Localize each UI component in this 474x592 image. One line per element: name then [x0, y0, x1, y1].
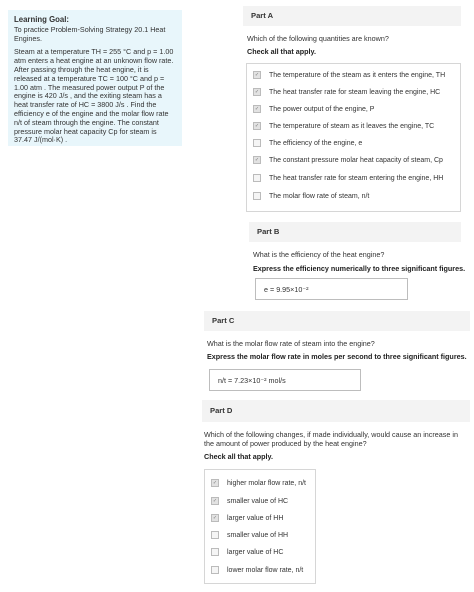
part-d-header[interactable]: Part D	[202, 400, 470, 422]
checkbox[interactable]: ✓	[253, 88, 261, 96]
option-e[interactable]: The efficiency of the engine, e	[253, 139, 362, 147]
option-label: The power output of the engine, P	[269, 105, 375, 113]
option-th[interactable]: ✓ The temperature of the steam as it ente…	[253, 71, 445, 79]
part-a-instruction: Check all that apply.	[247, 47, 316, 56]
option-label: The heat transfer rate for steam enterin…	[269, 174, 444, 182]
option-lower-flow[interactable]: lower molar flow rate, n/t	[211, 566, 303, 574]
learning-goal-title: Learning Goal:	[14, 15, 70, 24]
part-a-header[interactable]: Part A	[243, 6, 461, 26]
option-label: larger value of HC	[227, 548, 284, 556]
checkbox[interactable]: ✓	[211, 497, 219, 505]
option-p[interactable]: ✓ The power output of the engine, P	[253, 105, 374, 113]
part-b-answer: e = 9.95×10⁻²	[264, 284, 309, 294]
option-nt[interactable]: The molar flow rate of steam, n/t	[253, 192, 369, 200]
part-b-answer-field[interactable]: e = 9.95×10⁻²	[255, 278, 408, 300]
option-label: The temperature of the steam as it enter…	[269, 71, 446, 79]
option-label: The temperature of steam as it leaves th…	[269, 122, 435, 130]
checkbox[interactable]: ✓	[253, 71, 261, 79]
checkbox[interactable]	[253, 139, 261, 147]
part-c-title: Part C	[212, 316, 235, 325]
part-c-instruction: Express the molar flow rate in moles per…	[207, 352, 467, 361]
part-b-question: What is the efficiency of the heat engin…	[253, 250, 385, 259]
option-smaller-hc[interactable]: ✓ smaller value of HC	[211, 497, 288, 505]
checkbox[interactable]: ✓	[253, 156, 261, 164]
checkbox[interactable]	[211, 531, 219, 539]
learning-goal-panel: Learning Goal: To practice Problem-Solvi…	[8, 10, 182, 146]
option-tc[interactable]: ✓ The temperature of steam as it leaves t…	[253, 122, 434, 130]
learning-goal-subtitle: To practice Problem-Solving Strategy 20.…	[14, 24, 166, 43]
checkbox[interactable]	[253, 192, 261, 200]
learning-goal-body: Steam at a temperature TH = 255 °C and p…	[14, 47, 174, 145]
option-label: lower molar flow rate, n/t	[227, 566, 304, 574]
option-label: higher molar flow rate, n/t	[227, 479, 306, 487]
part-d-question: Which of the following changes, if made …	[204, 430, 458, 448]
part-b-title: Part B	[257, 227, 280, 236]
part-a-question: Which of the following quantities are kn…	[247, 34, 389, 43]
option-larger-hh[interactable]: ✓ larger value of HH	[211, 514, 283, 522]
part-a-options-box: ✓ The temperature of the steam as it ente…	[246, 63, 461, 212]
option-hh[interactable]: The heat transfer rate for steam enterin…	[253, 174, 443, 182]
option-cp[interactable]: ✓ The constant pressure molar heat capaci…	[253, 156, 443, 164]
option-label: smaller value of HC	[227, 497, 289, 505]
option-label: The efficiency of the engine, e	[269, 139, 363, 147]
checkbox[interactable]	[211, 548, 219, 556]
part-d-options-box: ✓ higher molar flow rate, n/t ✓ smaller va…	[204, 469, 316, 584]
option-label: The constant pressure molar heat capacit…	[269, 156, 443, 164]
part-c-header[interactable]: Part C	[204, 311, 470, 331]
checkbox[interactable]	[253, 174, 261, 182]
checkbox[interactable]: ✓	[211, 514, 219, 522]
part-c-answer-field[interactable]: n/t = 7.23×10⁻² mol/s	[209, 369, 361, 391]
checkbox[interactable]: ✓	[253, 122, 261, 130]
option-smaller-hh[interactable]: smaller value of HH	[211, 531, 288, 539]
checkbox[interactable]: ✓	[211, 479, 219, 487]
part-b-instruction: Express the efficiency numerically to th…	[253, 264, 466, 273]
part-c-question: What is the molar flow rate of steam int…	[207, 339, 375, 348]
part-a-title: Part A	[251, 11, 274, 20]
part-c-answer: n/t = 7.23×10⁻² mol/s	[218, 375, 286, 385]
option-larger-hc[interactable]: larger value of HC	[211, 548, 283, 556]
checkbox[interactable]	[211, 566, 219, 574]
part-b-header[interactable]: Part B	[249, 222, 461, 242]
option-label: larger value of HH	[227, 514, 284, 522]
checkbox[interactable]: ✓	[253, 105, 261, 113]
part-d-instruction: Check all that apply.	[204, 452, 273, 461]
option-label: The heat transfer rate for steam leaving…	[269, 88, 441, 96]
option-hc[interactable]: ✓ The heat transfer rate for steam leavin…	[253, 88, 440, 96]
part-d-title: Part D	[210, 406, 233, 415]
option-higher-flow[interactable]: ✓ higher molar flow rate, n/t	[211, 479, 306, 487]
option-label: The molar flow rate of steam, n/t	[269, 192, 370, 200]
option-label: smaller value of HH	[227, 531, 289, 539]
